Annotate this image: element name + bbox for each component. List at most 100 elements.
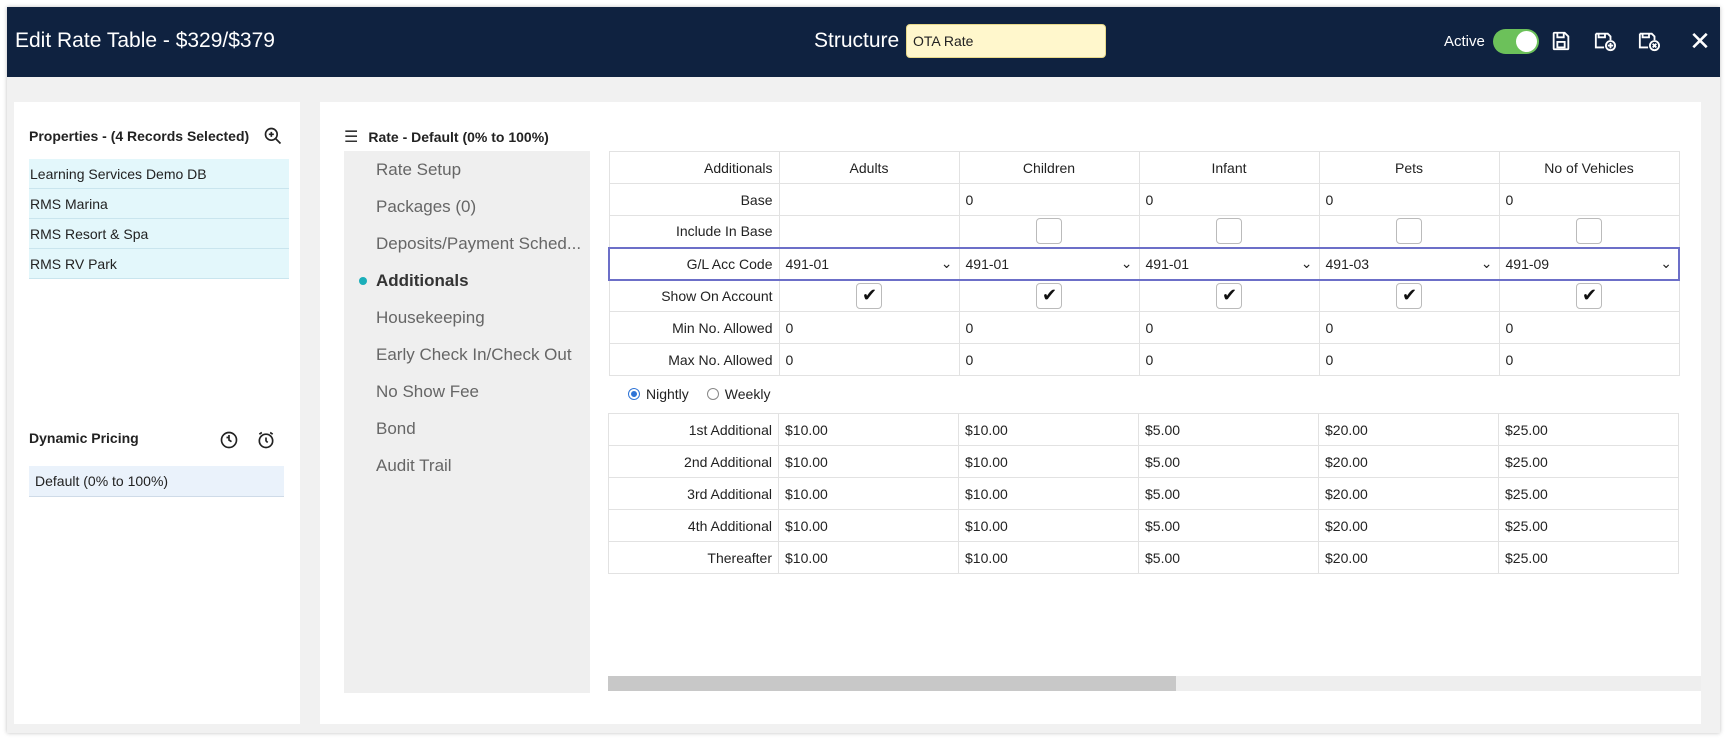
gl-value: 491-03 <box>1325 255 1370 272</box>
price-input[interactable]: $20.00 <box>1318 413 1499 446</box>
show-on-account-checkbox[interactable] <box>1036 282 1062 309</box>
max-allowed-input[interactable]: 0 <box>1498 343 1680 376</box>
dynamic-pricing-item[interactable]: Default (0% to 100%) <box>29 466 284 497</box>
price-input[interactable]: $5.00 <box>1138 541 1319 574</box>
nav-housekeeping[interactable]: Housekeeping <box>376 308 485 328</box>
min-allowed-input[interactable]: 0 <box>778 311 960 344</box>
include-in-base-checkbox[interactable] <box>1576 218 1602 245</box>
column-header: Children <box>958 151 1140 184</box>
price-input[interactable]: $10.00 <box>778 413 959 446</box>
nav-early-check-in[interactable]: Early Check In/Check Out <box>376 345 572 365</box>
min-allowed-input[interactable]: 0 <box>958 311 1140 344</box>
alarm-clock-icon[interactable] <box>256 430 278 452</box>
show-on-account-checkbox[interactable] <box>1576 282 1602 309</box>
close-icon[interactable]: ✕ <box>1686 27 1714 55</box>
active-toggle[interactable] <box>1493 29 1539 54</box>
header-row: Additionals Adults Children Infant Pets … <box>608 151 1680 184</box>
show-on-account-checkbox[interactable] <box>1216 282 1242 309</box>
price-input[interactable]: $20.00 <box>1318 477 1499 510</box>
price-input[interactable]: $25.00 <box>1498 445 1679 478</box>
price-input[interactable]: $10.00 <box>958 413 1139 446</box>
max-allowed-input[interactable]: 0 <box>958 343 1140 376</box>
nav-packages[interactable]: Packages (0) <box>376 197 476 217</box>
min-allowed-input[interactable]: 0 <box>1498 311 1680 344</box>
dynamic-pricing-icon[interactable] <box>219 430 241 452</box>
nav-no-show-fee[interactable]: No Show Fee <box>376 382 479 402</box>
price-input[interactable]: $10.00 <box>778 477 959 510</box>
row-label: Thereafter <box>608 541 779 574</box>
scrollbar-thumb[interactable] <box>608 676 1176 691</box>
price-input[interactable]: $10.00 <box>778 541 959 574</box>
max-allowed-input[interactable]: 0 <box>778 343 960 376</box>
show-checkbox-cell <box>778 279 960 312</box>
price-input[interactable]: $10.00 <box>778 445 959 478</box>
save-and-new-icon[interactable] <box>1591 27 1619 55</box>
property-item[interactable]: RMS RV Park <box>29 249 289 279</box>
min-allowed-input[interactable]: 0 <box>1138 311 1320 344</box>
price-input[interactable]: $10.00 <box>958 509 1139 542</box>
price-input[interactable]: $20.00 <box>1318 541 1499 574</box>
row-label: G/L Acc Code <box>608 246 780 281</box>
row-label: Show On Account <box>608 279 780 312</box>
property-item[interactable]: Learning Services Demo DB <box>29 159 289 189</box>
price-input[interactable]: $25.00 <box>1498 509 1679 542</box>
price-input[interactable]: $25.00 <box>1498 541 1679 574</box>
empty-cell <box>778 215 960 248</box>
toggle-knob <box>1516 31 1537 52</box>
pricing-row: 2nd Additional $10.00 $10.00 $5.00 $20.0… <box>608 445 1679 478</box>
chevron-down-icon: ⌄ <box>1480 255 1493 271</box>
save-and-close-icon[interactable] <box>1635 27 1663 55</box>
gl-select[interactable]: 491-09 ⌄ <box>1498 246 1680 281</box>
nav-rate-setup[interactable]: Rate Setup <box>376 160 461 180</box>
price-input[interactable]: $5.00 <box>1138 477 1319 510</box>
nav-additionals[interactable]: Additionals <box>376 271 469 291</box>
max-allowed-input[interactable]: 0 <box>1318 343 1500 376</box>
price-input[interactable]: $5.00 <box>1138 445 1319 478</box>
gl-select[interactable]: 491-01 ⌄ <box>958 246 1140 281</box>
base-cell[interactable]: 0 <box>1138 183 1320 216</box>
nav-deposits[interactable]: Deposits/Payment Sched... <box>376 234 581 254</box>
min-allowed-input[interactable]: 0 <box>1318 311 1500 344</box>
property-item[interactable]: RMS Marina <box>29 189 289 219</box>
price-input[interactable]: $20.00 <box>1318 445 1499 478</box>
nav-bond[interactable]: Bond <box>376 419 416 439</box>
show-on-account-checkbox[interactable] <box>1396 282 1422 309</box>
include-in-base-checkbox[interactable] <box>1396 218 1422 245</box>
base-cell[interactable]: 0 <box>1498 183 1680 216</box>
include-checkbox-cell <box>958 215 1140 248</box>
price-input[interactable]: $20.00 <box>1318 509 1499 542</box>
nav-audit-trail[interactable]: Audit Trail <box>376 456 452 476</box>
zoom-in-icon[interactable] <box>263 126 285 148</box>
show-on-account-checkbox[interactable] <box>856 282 882 309</box>
gl-select[interactable]: 491-01 ⌄ <box>1138 246 1320 281</box>
price-input[interactable]: $25.00 <box>1498 413 1679 446</box>
weekly-label[interactable]: Weekly <box>725 386 771 402</box>
additionals-table: Additionals Adults Children Infant Pets … <box>608 151 1680 376</box>
hamburger-menu-icon[interactable]: ☰ <box>344 127 358 147</box>
save-icon[interactable] <box>1547 27 1575 55</box>
price-input[interactable]: $5.00 <box>1138 413 1319 446</box>
include-in-base-checkbox[interactable] <box>1216 218 1242 245</box>
nightly-radio[interactable] <box>628 388 640 400</box>
base-cell[interactable]: 0 <box>1318 183 1500 216</box>
price-input[interactable]: $10.00 <box>778 509 959 542</box>
price-input[interactable]: $10.00 <box>958 477 1139 510</box>
include-in-base-checkbox[interactable] <box>1036 218 1062 245</box>
structure-input[interactable] <box>906 24 1106 58</box>
gl-select[interactable]: 491-03 ⌄ <box>1318 246 1500 281</box>
property-item[interactable]: RMS Resort & Spa <box>29 219 289 249</box>
price-input[interactable]: $10.00 <box>958 541 1139 574</box>
max-allowed-input[interactable]: 0 <box>1138 343 1320 376</box>
nightly-label[interactable]: Nightly <box>646 386 689 402</box>
price-input[interactable]: $10.00 <box>958 445 1139 478</box>
price-input[interactable]: $25.00 <box>1498 477 1679 510</box>
weekly-radio[interactable] <box>706 388 719 400</box>
gl-select[interactable]: 491-01 ⌄ <box>778 246 960 281</box>
price-input[interactable]: $5.00 <box>1138 509 1319 542</box>
edit-rate-table-window: Edit Rate Table - $329/$379 Structure Ac… <box>7 7 1720 733</box>
base-cell[interactable]: 0 <box>958 183 1140 216</box>
properties-list: Learning Services Demo DB RMS Marina RMS… <box>29 159 289 279</box>
pricing-row: 3rd Additional $10.00 $10.00 $5.00 $20.0… <box>608 477 1679 510</box>
structure-label: Structure <box>814 29 900 52</box>
horizontal-scrollbar[interactable] <box>608 676 1701 691</box>
